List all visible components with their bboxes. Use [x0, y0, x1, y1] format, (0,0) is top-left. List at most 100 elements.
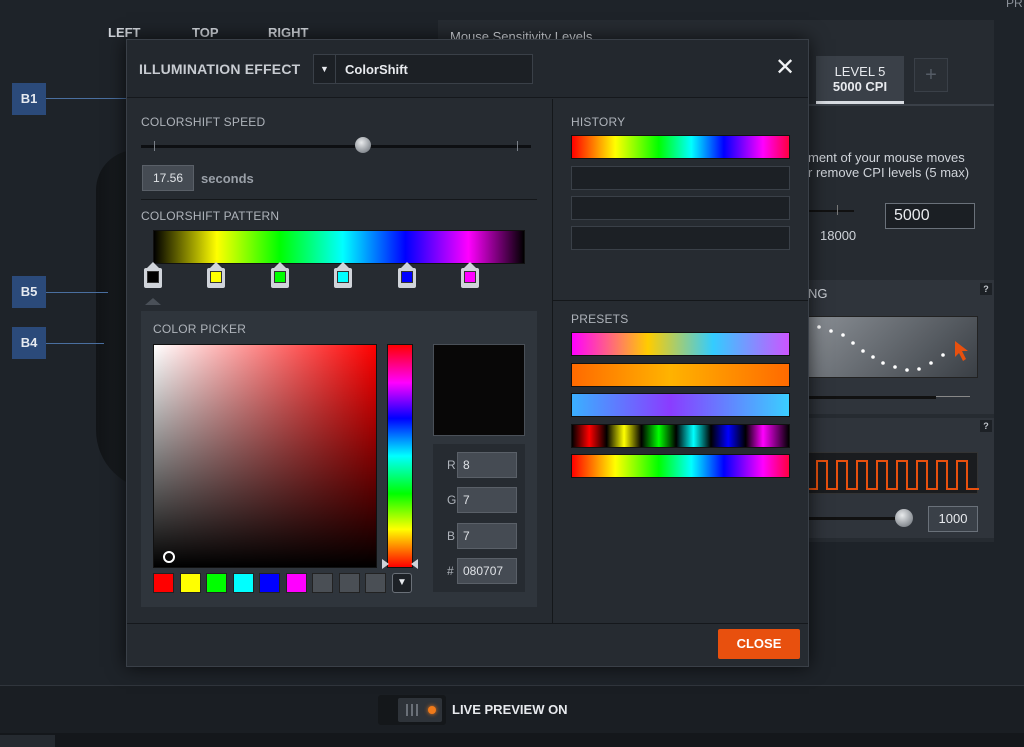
- speed-slider-tick: [154, 141, 155, 151]
- stop-handle: [334, 268, 352, 288]
- pattern-stop[interactable]: [461, 262, 479, 290]
- presets-label: PRESETS: [571, 312, 629, 326]
- quick-swatch[interactable]: [365, 573, 386, 593]
- history-label: HISTORY: [571, 115, 626, 129]
- history-item-empty[interactable]: [571, 226, 790, 250]
- pattern-gradient-bar[interactable]: [153, 230, 525, 264]
- hue-marker-right[interactable]: [411, 559, 418, 569]
- speed-slider-thumb[interactable]: [355, 137, 372, 153]
- r-input[interactable]: 8: [457, 452, 517, 478]
- quick-swatch[interactable]: [312, 573, 333, 593]
- b4-connector: [46, 343, 104, 344]
- preset-item[interactable]: [571, 363, 790, 387]
- quick-swatch[interactable]: [206, 573, 227, 593]
- help-icon[interactable]: ?: [980, 283, 992, 295]
- tab-right[interactable]: RIGHT: [268, 25, 308, 40]
- cpi-slider-tick: [837, 205, 838, 215]
- b-label: B: [447, 529, 456, 543]
- hue-marker-left[interactable]: [382, 559, 389, 569]
- hue-slider[interactable]: [387, 344, 413, 568]
- close-icon[interactable]: ✕: [772, 55, 798, 81]
- grip-icon: [406, 704, 408, 716]
- stop-swatch: [464, 271, 476, 283]
- stop-swatch: [401, 271, 413, 283]
- button-label-b1[interactable]: B1: [12, 83, 46, 115]
- picker-label: COLOR PICKER: [153, 322, 247, 336]
- g-label: G: [447, 493, 457, 507]
- tab-top[interactable]: TOP: [192, 25, 219, 40]
- section-divider: [141, 199, 537, 200]
- stop-swatch: [337, 271, 349, 283]
- polling-slider-thumb[interactable]: [895, 509, 913, 527]
- speed-slider-track[interactable]: [141, 145, 531, 148]
- history-presets-divider: [553, 300, 808, 301]
- button-label-b4[interactable]: B4: [12, 327, 46, 359]
- pattern-stop[interactable]: [207, 262, 225, 290]
- acceleration-label: NG: [808, 286, 828, 301]
- effect-dropdown[interactable]: ▼ ColorShift: [313, 54, 533, 84]
- stop-handle: [398, 268, 416, 288]
- quick-swatch[interactable]: [338, 573, 360, 593]
- stop-handle: [207, 268, 225, 288]
- color-picker-panel: COLOR PICKER ▼ R 8 G 7 B 7 # 080707: [141, 311, 537, 607]
- color-preview: [433, 344, 525, 436]
- chevron-down-icon: ▼: [314, 55, 336, 83]
- sensitivity-desc-2: r remove CPI levels (5 max): [808, 165, 970, 180]
- hex-input[interactable]: 080707: [457, 558, 517, 584]
- acceleration-slider-rest: [936, 396, 970, 397]
- picker-cursor[interactable]: [163, 551, 175, 563]
- history-item-empty[interactable]: [571, 166, 790, 190]
- level-cpi: 5000 CPI: [832, 79, 888, 94]
- help-icon-2[interactable]: ?: [980, 420, 992, 432]
- b5-connector: [46, 292, 108, 293]
- polling-wave: [808, 452, 979, 494]
- history-item-empty[interactable]: [571, 196, 790, 220]
- footer-tab[interactable]: [0, 735, 55, 747]
- speed-unit: seconds: [201, 171, 254, 186]
- b-input[interactable]: 7: [457, 523, 517, 549]
- preset-item[interactable]: [571, 454, 790, 478]
- cpi-level-tab[interactable]: LEVEL 5 5000 CPI: [816, 56, 904, 104]
- speed-input[interactable]: 17.56: [142, 165, 194, 191]
- quick-swatch[interactable]: [153, 573, 174, 593]
- dialog-title: ILLUMINATION EFFECT: [139, 61, 301, 77]
- pattern-label: COLORSHIFT PATTERN: [141, 209, 280, 223]
- polling-slider-track[interactable]: [808, 517, 904, 520]
- preset-item[interactable]: [571, 393, 790, 417]
- pattern-stop[interactable]: [334, 262, 352, 290]
- selected-stop-indicator: [145, 298, 161, 305]
- dialog-footer: [127, 623, 808, 666]
- live-preview-toggle[interactable]: [378, 695, 446, 725]
- pattern-stop[interactable]: [144, 262, 162, 290]
- pattern-stop[interactable]: [398, 262, 416, 290]
- history-item[interactable]: [571, 135, 790, 159]
- corner-text: PR: [1006, 0, 1023, 10]
- effect-value: ColorShift: [345, 62, 408, 77]
- preset-item[interactable]: [571, 424, 790, 448]
- quick-swatch[interactable]: [179, 573, 201, 593]
- preset-item[interactable]: [571, 332, 790, 356]
- quick-swatch[interactable]: [232, 573, 254, 593]
- quick-swatch[interactable]: [285, 573, 307, 593]
- quick-swatch[interactable]: [259, 573, 280, 593]
- saturation-value-area[interactable]: [153, 344, 377, 568]
- close-button[interactable]: CLOSE: [718, 629, 800, 659]
- cpi-slider-track[interactable]: [808, 210, 854, 212]
- tab-left[interactable]: LEFT: [108, 25, 141, 40]
- stop-handle: [144, 268, 162, 288]
- toggle-knob: [398, 698, 442, 722]
- cpi-input[interactable]: 5000: [885, 203, 975, 229]
- button-label-b5[interactable]: B5: [12, 276, 46, 308]
- polling-input[interactable]: 1000: [928, 506, 978, 532]
- r-label: R: [447, 458, 456, 472]
- dialog-header: ILLUMINATION EFFECT ▼ ColorShift ✕: [127, 40, 808, 98]
- add-level-button[interactable]: +: [914, 58, 948, 92]
- live-indicator-icon: [428, 706, 436, 714]
- stop-handle: [271, 268, 289, 288]
- speed-label: COLORSHIFT SPEED: [141, 115, 266, 129]
- more-swatches-button[interactable]: ▼: [392, 573, 412, 593]
- pattern-stop[interactable]: [271, 262, 289, 290]
- g-input[interactable]: 7: [457, 487, 517, 513]
- stop-swatch: [147, 271, 159, 283]
- acceleration-slider-track[interactable]: [808, 396, 936, 399]
